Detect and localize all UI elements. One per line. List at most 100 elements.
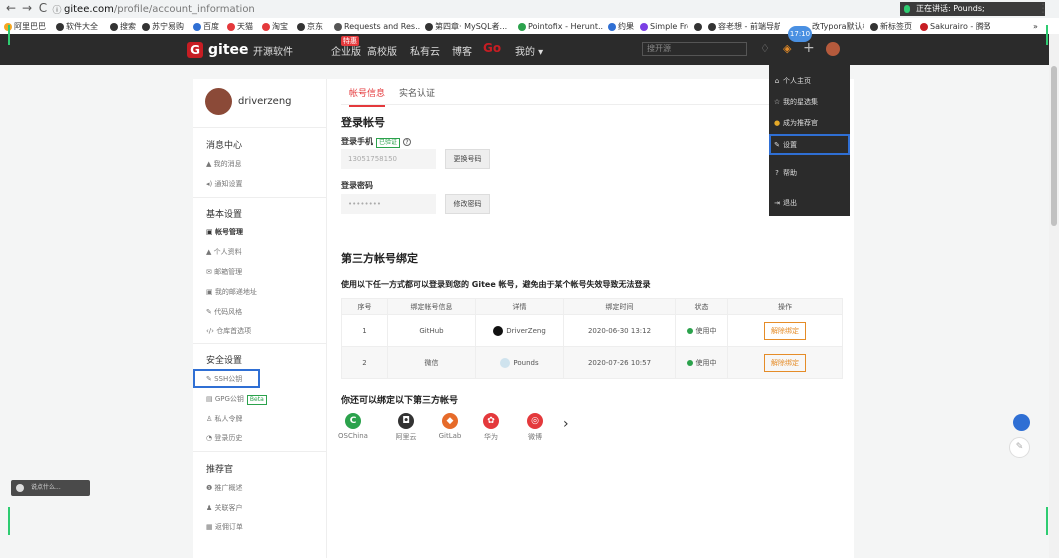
unbind-button[interactable]: 解除绑定 — [764, 321, 806, 340]
sidebar-item-promo[interactable]: ❶ 推广概述 — [206, 483, 243, 493]
password-label: 登录密码 — [341, 181, 373, 190]
bookmark-item[interactable]: 百度 — [193, 19, 221, 34]
bookmarks-more[interactable]: » — [1033, 19, 1038, 34]
forward-button[interactable]: → — [20, 1, 34, 15]
edit-float-button[interactable]: ✎ — [1009, 437, 1030, 458]
col-action: 操作 — [727, 298, 843, 315]
tab-real-name[interactable]: 实名认证 — [399, 86, 435, 99]
bell-icon[interactable]: ♢ — [760, 42, 770, 55]
scrollbar-thumb[interactable] — [1051, 66, 1057, 226]
back-to-top-button[interactable] — [1013, 414, 1030, 431]
bookmark-item[interactable]: 第四章· MySQL者... — [425, 19, 513, 34]
plus-icon[interactable]: + — [803, 40, 815, 56]
divider — [193, 451, 327, 452]
col-account: 绑定帐号信息 — [387, 298, 476, 315]
border-mark — [1046, 25, 1048, 45]
huawei-icon: ✿ — [483, 413, 499, 429]
sidebar-item-gpg-keys[interactable]: ▤ GPG公钥 Beta — [206, 394, 267, 405]
nav-mine[interactable]: 我的 ▾ — [515, 43, 543, 58]
user-avatar-top[interactable] — [826, 42, 840, 56]
nav-go[interactable]: Go — [483, 41, 501, 55]
github-icon — [493, 325, 504, 336]
bookmark-item[interactable]: 新标签页 — [870, 19, 914, 34]
cell-action: 解除绑定 — [727, 346, 843, 379]
aliyun-icon: ◘ — [398, 413, 414, 429]
table-header: 序号 绑定帐号信息 详情 绑定时间 状态 操作 — [341, 298, 843, 315]
col-time: 绑定时间 — [563, 298, 676, 315]
change-password-button[interactable]: 修改密码 — [445, 194, 490, 214]
provider-aliyun[interactable]: ◘ 阿里云 — [388, 413, 424, 442]
back-button[interactable]: ← — [4, 1, 18, 15]
menu-item-recommend[interactable]: ● 成为推荐官 — [769, 114, 850, 132]
sidebar-item-login-history[interactable]: ◔ 登录历史 — [206, 433, 242, 443]
avatar[interactable] — [205, 88, 232, 115]
nav-private-cloud[interactable]: 私有云 — [410, 43, 440, 58]
location-icon[interactable]: ◈ — [783, 42, 791, 55]
bookmark-item[interactable]: 约果 — [608, 19, 636, 34]
bookmark-item[interactable]: Sakurairo - 腾致博... — [920, 19, 990, 34]
url-path: /profile/account_information — [113, 4, 255, 15]
bookmark-item[interactable]: 淘宝 — [262, 19, 292, 34]
provider-huawei[interactable]: ✿ 华为 — [473, 413, 509, 442]
sidebar-item-tokens[interactable]: ♙ 私人令牌 — [206, 414, 243, 424]
menu-icon[interactable]: ⋮ — [1036, 1, 1050, 15]
also-bind-title: 你还可以绑定以下第三方帐号 — [341, 396, 459, 406]
sidebar-item-my-messages[interactable]: ▲ 我的消息 — [206, 159, 242, 169]
cell-account: 微信 — [387, 346, 476, 379]
cell-detail: DriverZeng — [475, 314, 564, 347]
nav-enterprise[interactable]: 企业版 特惠 — [331, 36, 361, 58]
address-bar[interactable]: gitee.com/profile/account_information — [64, 3, 884, 16]
nav-blog[interactable]: 博客 — [452, 43, 472, 58]
sidebar-item-clients[interactable]: ♟ 关联客户 — [206, 503, 243, 513]
sidebar-item-account[interactable]: ▣ 帐号管理 — [206, 227, 243, 237]
provider-oschina[interactable]: C OSChina — [335, 413, 371, 440]
sidebar-item-email[interactable]: ✉ 邮箱管理 — [206, 267, 242, 277]
bookmark-item[interactable]: 容老想 - 前端导航... — [708, 19, 780, 34]
help-icon: ? — [775, 169, 779, 177]
search-input[interactable]: 搜开源 — [642, 42, 747, 56]
nav-open-source[interactable]: 开源软件 — [253, 43, 293, 58]
logout-icon: ⇥ — [774, 199, 780, 207]
gitee-logo[interactable]: Ggitee — [187, 40, 249, 60]
gitlab-icon: ◆ — [442, 413, 458, 429]
sidebar-item-repo-prefs[interactable]: ‹/› 仓库首选项 — [206, 326, 251, 336]
chevron-right-icon[interactable]: › — [563, 416, 569, 432]
help-icon[interactable]: ? — [403, 138, 412, 146]
home-icon: ⌂ — [774, 77, 780, 85]
info-icon[interactable]: ⓘ — [50, 3, 64, 16]
provider-gitlab[interactable]: ◆ GitLab — [432, 413, 468, 440]
sidebar-item-profile[interactable]: ▲ 个人资料 — [206, 247, 242, 257]
sidebar-username[interactable]: driverzeng — [238, 96, 292, 107]
speaking-text: 正在讲话: Pounds; — [916, 4, 985, 13]
bookmark-item[interactable]: 京东 — [297, 19, 327, 34]
unbind-button[interactable]: 解除绑定 — [764, 353, 806, 372]
cell-account: GitHub — [387, 314, 476, 347]
sidebar-item-notify-settings[interactable]: ◂) 通知设置 — [206, 179, 242, 189]
bookmark-item[interactable]: 苏宁易购 — [142, 19, 187, 34]
bookmark-item[interactable]: 阿里巴巴 — [4, 19, 54, 34]
bookmark-item[interactable]: 改Typora默认样... — [812, 19, 864, 34]
sidebar-item-code-style[interactable]: ✎ 代码风格 — [206, 307, 242, 317]
bookmark-item[interactable]: 搜索 — [110, 19, 140, 34]
menu-item-help[interactable]: ? 帮助 — [769, 164, 850, 182]
bookmark-item[interactable]: Pointofix - Herunt... — [518, 19, 603, 34]
table-row: 1 GitHub DriverZeng 2020-06-30 13:12 使用中… — [341, 314, 843, 347]
bookmark-item[interactable]: Simple Free Imag... — [640, 19, 688, 34]
provider-weibo[interactable]: ◎ 微博 — [517, 413, 553, 442]
sidebar-item-orders[interactable]: ▦ 返佣订单 — [206, 522, 243, 532]
chat-input[interactable]: 说点什么... — [11, 480, 90, 496]
change-phone-button[interactable]: 更换号码 — [445, 149, 490, 169]
cell-status: 使用中 — [675, 314, 728, 347]
menu-item-home[interactable]: ⌂ 个人主页 — [769, 72, 850, 90]
bookmark-item[interactable]: Requests and Res... — [334, 19, 420, 34]
reload-button[interactable]: C — [36, 1, 50, 15]
sidebar-item-address[interactable]: ▣ 我的邮递地址 — [206, 287, 257, 297]
menu-item-logout[interactable]: ⇥ 退出 — [769, 194, 850, 212]
bookmark-item[interactable]: 软件大全 — [56, 19, 106, 34]
bookmark-item[interactable]: 天猫 — [227, 19, 257, 34]
nav-university[interactable]: 高校版 — [367, 43, 397, 58]
beta-badge: Beta — [246, 395, 267, 405]
bookmark-item[interactable] — [694, 19, 704, 34]
menu-item-stars[interactable]: ☆ 我的星选集 — [769, 93, 850, 111]
verified-badge: 已验证 — [376, 138, 401, 148]
